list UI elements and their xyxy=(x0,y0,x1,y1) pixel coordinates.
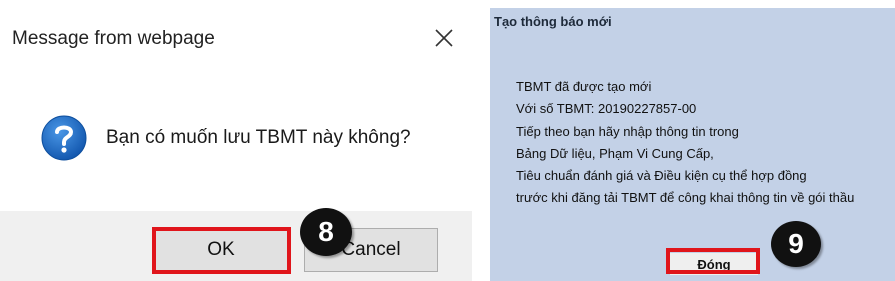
dialog-button-bar: OK Cancel xyxy=(0,211,472,281)
message-line: TBMT đã được tạo mới xyxy=(516,79,652,94)
close-button[interactable] xyxy=(430,24,458,52)
question-icon xyxy=(40,114,88,162)
message-line: Bảng Dữ liệu, Phạm Vi Cung Cấp, xyxy=(516,145,714,161)
message-line: Tiếp theo bạn hãy nhập thông tin trong xyxy=(516,123,739,139)
message-line: Với số TBMT: 20190227857-00 xyxy=(516,101,697,117)
ok-button[interactable]: OK xyxy=(152,228,290,272)
message-line: trước khi đăng tải TBMT để công khai thô… xyxy=(516,190,855,206)
notification-message: TBMT đã được tạo mới Với số TBMT: 201902… xyxy=(516,76,854,210)
step-8-badge: 8 xyxy=(300,208,352,256)
step-9-badge: 9 xyxy=(771,221,821,267)
dialog-title: Message from webpage xyxy=(12,28,215,49)
close-dialog-button[interactable]: Đóng xyxy=(670,253,758,275)
message-line: Tiêu chuẩn đánh giá và Điều kiện cụ thể … xyxy=(516,168,807,184)
notification-dialog: Tạo thông báo mới TBMT đã được tạo mới V… xyxy=(490,8,895,281)
message-dialog: Message from webpage Bạn có muốn lưu TBM… xyxy=(0,0,472,281)
notification-title: Tạo thông báo mới xyxy=(494,14,612,29)
close-icon xyxy=(435,29,453,47)
dialog-message: Bạn có muốn lưu TBMT này không? xyxy=(106,127,411,148)
